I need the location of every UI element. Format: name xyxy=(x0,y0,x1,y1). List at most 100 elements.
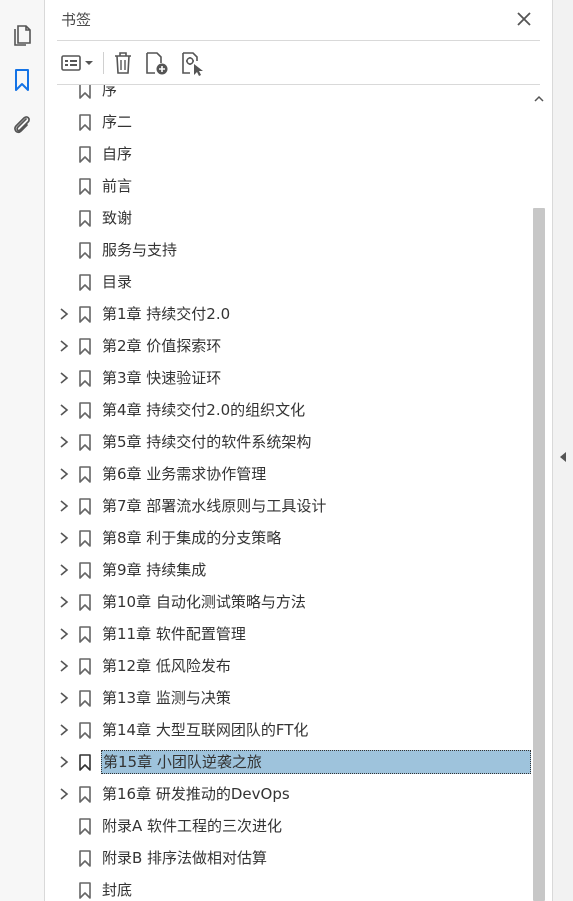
bookmark-row[interactable]: 第9章 持续集成 xyxy=(45,554,532,586)
bookmark-icon xyxy=(79,786,91,803)
chevron-right-icon[interactable] xyxy=(57,787,71,801)
bookmark-row[interactable]: 第12章 低风险发布 xyxy=(45,650,532,682)
chevron-right-icon[interactable] xyxy=(57,339,71,353)
bookmark-icon xyxy=(79,498,91,515)
bookmark-icon xyxy=(79,594,91,611)
bookmark-row[interactable]: 前言 xyxy=(45,170,532,202)
chevron-right-icon[interactable] xyxy=(57,307,71,321)
bookmark-label: 第6章 业务需求协作管理 xyxy=(102,465,267,483)
new-bookmark-from-structure-icon xyxy=(182,52,203,76)
bookmark-icon xyxy=(79,530,91,547)
page-thumbnails-icon xyxy=(14,25,31,46)
new-bookmark-icon xyxy=(146,52,168,75)
bookmark-label: 第4章 持续交付2.0的组织文化 xyxy=(102,401,306,419)
chevron-right-icon[interactable] xyxy=(57,691,71,705)
bookmark-row[interactable]: 第7章 部署流水线原则与工具设计 xyxy=(45,490,532,522)
collapse-pane-button[interactable] xyxy=(558,449,568,463)
bookmark-icon xyxy=(79,146,91,163)
bookmark-list-viewport[interactable]: 序序二自序前言致谢 服务与支持目录第1章 持续交付2.0 第2章 价值探索环 第3章 … xyxy=(45,85,532,901)
bookmark-row[interactable]: 第1章 持续交付2.0 xyxy=(45,298,532,330)
panel-header: 书签 xyxy=(45,0,552,40)
page-thumbnails-button[interactable] xyxy=(8,20,36,48)
bookmark-icon xyxy=(79,658,91,675)
bookmark-label: 附录B 排序法做相对估算 xyxy=(102,849,268,867)
chevron-right-icon[interactable] xyxy=(57,531,71,545)
bookmark-row[interactable]: 第16章 研发推动的DevOps xyxy=(45,778,532,810)
chevron-right-icon[interactable] xyxy=(57,499,71,513)
bookmark-row[interactable]: 第13章 监测与决策 xyxy=(45,682,532,714)
bookmark-label: 第14章 大型互联网团队的FT化 xyxy=(102,721,309,739)
scroll-thumb[interactable] xyxy=(533,208,545,901)
bookmark-icon xyxy=(79,242,91,259)
bookmark-row[interactable]: 致谢 xyxy=(45,202,532,234)
chevron-right-icon[interactable] xyxy=(57,659,71,673)
chevron-right-icon[interactable] xyxy=(57,371,71,385)
delete-icon xyxy=(115,52,131,74)
bookmark-icon xyxy=(79,85,91,99)
bookmark-label: 第13章 监测与决策 xyxy=(102,689,231,707)
chevron-right-icon[interactable] xyxy=(57,723,71,737)
close-panel-button[interactable] xyxy=(511,6,537,32)
bookmark-icon xyxy=(79,818,91,835)
bookmark-label: 第11章 软件配置管理 xyxy=(102,625,246,643)
bookmark-row[interactable]: 序二 xyxy=(45,106,532,138)
delete-bookmark-button[interactable] xyxy=(109,48,137,78)
bookmark-row[interactable]: 第3章 快速验证环 xyxy=(45,362,532,394)
scroll-up-button[interactable] xyxy=(532,90,546,108)
bookmark-row[interactable]: 第6章 业务需求协作管理 xyxy=(45,458,532,490)
new-bookmark-from-structure-button[interactable] xyxy=(179,48,207,78)
bookmark-row[interactable]: 第14章 大型互联网团队的FT化 xyxy=(45,714,532,746)
bookmark-row[interactable]: 附录A 软件工程的三次进化 xyxy=(45,810,532,842)
bookmark-row[interactable]: 第2章 价值探索环 xyxy=(45,330,532,362)
bookmark-icon xyxy=(79,402,91,419)
bookmark-row[interactable]: 序 xyxy=(45,85,532,106)
bookmark-label: 序二 xyxy=(102,113,133,131)
panel-title: 书签 xyxy=(61,11,92,29)
bookmark-label: 第3章 快速验证环 xyxy=(102,369,222,387)
bookmarks-toolbar xyxy=(45,44,552,82)
chevron-right-icon[interactable] xyxy=(57,435,71,449)
bookmark-row[interactable]: 第5章 持续交付的软件系统架构 xyxy=(45,426,532,458)
chevron-right-icon[interactable] xyxy=(57,595,71,609)
bookmark-label: 第2章 价值探索环 xyxy=(102,337,222,355)
chevron-right-icon[interactable] xyxy=(57,467,71,481)
paperclip-icon xyxy=(14,116,30,134)
bookmark-row[interactable]: 自序 xyxy=(45,138,532,170)
bookmark-row[interactable]: 附录B 排序法做相对估算 xyxy=(45,842,532,874)
bookmark-row[interactable]: 服务与支持 xyxy=(45,234,532,266)
bookmark-options-button[interactable] xyxy=(59,48,97,78)
bookmark-icon xyxy=(79,178,91,195)
bookmark-row[interactable]: 第8章 利于集成的分支策略 xyxy=(45,522,532,554)
bookmark-row[interactable]: 第10章 自动化测试策略与方法 xyxy=(45,586,532,618)
bookmark-label: 目录 xyxy=(102,273,133,291)
bookmark-icon xyxy=(15,69,29,91)
chevron-right-icon[interactable] xyxy=(57,627,71,641)
bookmark-row[interactable]: 第15章 小团队逆袭之旅 xyxy=(45,746,532,778)
chevron-right-icon[interactable] xyxy=(57,755,71,769)
bookmark-icon xyxy=(79,722,91,739)
bookmarks-panel: 书签 序 序二 自序 前言 致谢 服务与支持 目录 第1章 持续交付2.0 第2… xyxy=(45,0,552,901)
bookmark-label: 前言 xyxy=(102,177,133,195)
new-bookmark-button[interactable] xyxy=(143,48,171,78)
bookmark-label: 封底 xyxy=(102,881,133,899)
chevron-right-icon[interactable] xyxy=(57,403,71,417)
bookmark-icon xyxy=(79,850,91,867)
bookmark-row[interactable]: 第4章 持续交付2.0的组织文化 xyxy=(45,394,532,426)
bookmark-icon xyxy=(79,754,91,771)
chevron-right-icon[interactable] xyxy=(57,563,71,577)
bookmark-row[interactable]: 封底 xyxy=(45,874,532,901)
bookmark-icon xyxy=(79,626,91,643)
bookmark-list-scrollbar[interactable] xyxy=(532,90,546,901)
bookmark-icon xyxy=(79,434,91,451)
bookmark-row[interactable]: 目录 xyxy=(45,266,532,298)
bookmark-label: 第10章 自动化测试策略与方法 xyxy=(102,593,306,611)
attachments-nav-button[interactable] xyxy=(8,111,36,139)
bookmark-label: 第15章 小团队逆袭之旅 xyxy=(101,750,531,774)
bookmark-icon xyxy=(79,562,91,579)
bookmark-label: 第12章 低风险发布 xyxy=(102,657,231,675)
bookmark-row[interactable]: 第11章 软件配置管理 xyxy=(45,618,532,650)
bookmarks-nav-button[interactable] xyxy=(8,66,36,94)
bookmark-icon xyxy=(79,306,91,323)
toolbar-separator xyxy=(103,52,104,74)
bookmark-icon xyxy=(79,274,91,291)
